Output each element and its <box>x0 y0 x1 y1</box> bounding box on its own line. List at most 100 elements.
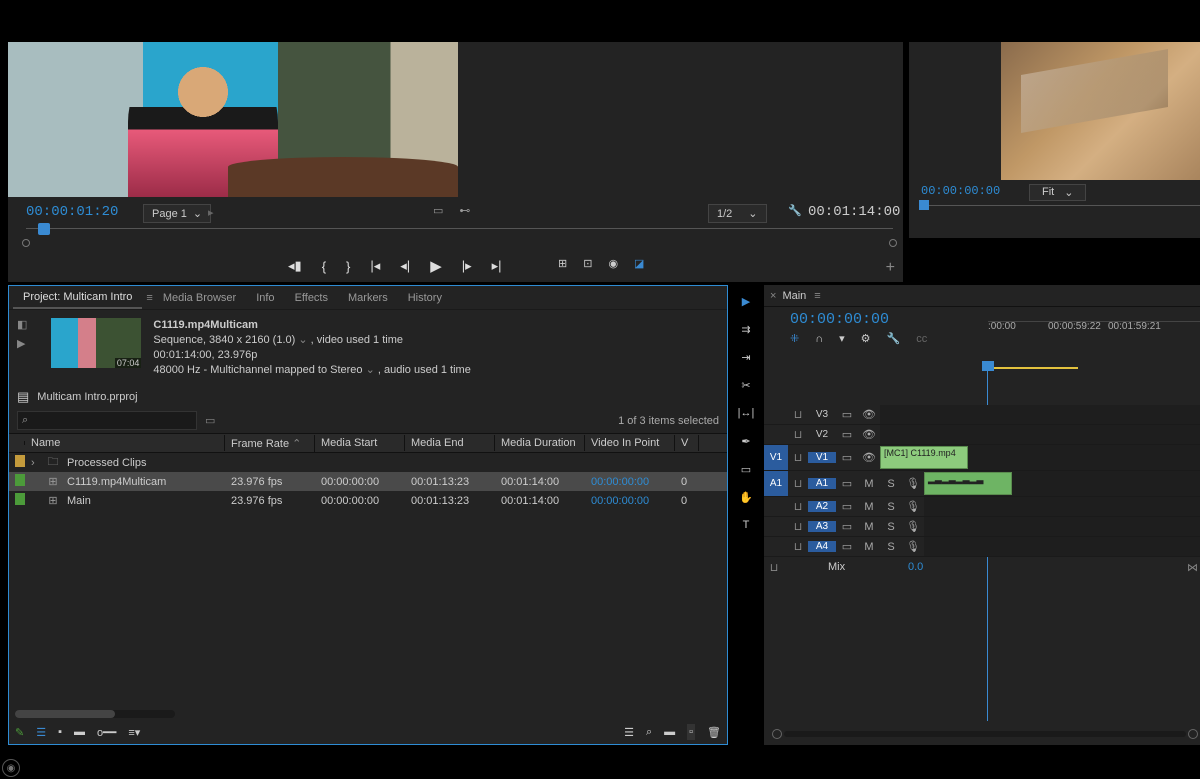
col-video-out[interactable]: V <box>675 435 699 451</box>
video-track[interactable]: ⊔V3▭👁 <box>764 405 1200 425</box>
transport-controls: ◂▮ { } |◂ ◂| ▶ |▸ ▸| <box>288 257 502 275</box>
track-select-tool-icon[interactable]: ⇉ <box>737 320 755 338</box>
add-button-icon[interactable]: + <box>886 259 895 277</box>
program-video-preview[interactable] <box>1001 42 1200 180</box>
insert-marker-icon[interactable]: ⊷ <box>459 204 470 217</box>
program-time-ruler[interactable] <box>919 205 1200 217</box>
timeline-ruler[interactable]: :00:0000:00:59:2200:01:59:21 <box>988 319 1200 379</box>
column-headers: Name Frame Rate Media Start Media End Me… <box>9 433 727 453</box>
page-next-icon[interactable]: ▸ <box>208 206 214 219</box>
sort-icon[interactable]: ≡▾ <box>128 726 140 739</box>
go-out-icon[interactable]: ▸| <box>492 258 502 274</box>
settings-wrench-icon[interactable]: 🔧 <box>788 204 802 217</box>
pencil-icon[interactable]: ✎ <box>15 726 24 739</box>
insert-icon[interactable]: ⊞ <box>558 257 567 270</box>
tab-markers[interactable]: Markers <box>338 288 398 308</box>
clip-thumbnail[interactable]: 07:04 <box>51 318 141 368</box>
razor-tool-icon[interactable]: ✂ <box>737 376 755 394</box>
audio-track[interactable]: ⊔A4▭MS🎙 <box>764 537 1200 557</box>
sequence-menu-icon[interactable]: ≡ <box>814 290 820 302</box>
linked-selection-icon[interactable]: ∩ <box>815 333 823 345</box>
project-row[interactable]: ›🗀Processed Clips <box>9 453 727 472</box>
export-frame-icon[interactable]: ◉ <box>608 257 618 270</box>
play-preview-icon[interactable]: ▶ <box>17 337 27 350</box>
pen-tool-icon[interactable]: ✒ <box>737 432 755 450</box>
snap-icon[interactable]: ⁜ <box>790 332 799 345</box>
timeline-scrollbar[interactable] <box>772 729 1198 739</box>
overwrite-icon[interactable]: ⊡ <box>583 257 592 270</box>
project-file-icon: ▤ <box>17 389 29 405</box>
creative-cloud-icon[interactable]: ◉ <box>2 759 20 777</box>
horizontal-scrollbar[interactable] <box>15 710 175 718</box>
add-marker-icon[interactable]: ▾ <box>839 332 845 345</box>
clip-metadata: C1119.mp4Multicam Sequence, 3840 x 2160 … <box>153 318 470 378</box>
icon-view-icon[interactable]: ▪ <box>58 726 62 738</box>
col-video-in[interactable]: Video In Point <box>585 435 675 451</box>
video-track[interactable]: V1⊔V1▭👁[MC1] C1119.mp4 <box>764 445 1200 471</box>
tab-effects[interactable]: Effects <box>285 288 338 308</box>
step-forward-icon[interactable]: |▸ <box>462 258 472 274</box>
selection-tool-icon[interactable]: ▶ <box>737 292 755 310</box>
audio-track[interactable]: A1⊔A1▭MS🎙▂▃▂▃▂▃▂▃ <box>764 471 1200 497</box>
close-sequence-icon[interactable]: × <box>770 290 776 302</box>
tab-history[interactable]: History <box>398 288 452 308</box>
page-selector[interactable]: Page 1 <box>143 204 211 223</box>
automate-to-seq-icon[interactable]: ☰ <box>624 726 634 739</box>
go-in-icon[interactable]: |◂ <box>370 258 380 274</box>
col-name[interactable]: Name <box>25 435 225 451</box>
project-panel: Project: Multicam Intro ≡ Media Browser … <box>8 285 728 745</box>
col-media-end[interactable]: Media End <box>405 435 495 451</box>
freeform-view-icon[interactable]: ▬ <box>74 726 85 738</box>
captions-icon[interactable]: cc <box>916 333 927 345</box>
source-timecode[interactable]: 00:00:01:20 <box>26 204 118 220</box>
col-frame-rate[interactable]: Frame Rate <box>225 435 315 452</box>
mark-in-icon[interactable]: ◂▮ <box>288 258 302 274</box>
source-video-preview[interactable] <box>8 42 458 197</box>
ripple-edit-tool-icon[interactable]: ⇥ <box>737 348 755 366</box>
tab-project[interactable]: Project: Multicam Intro <box>13 287 142 309</box>
timeline-wrench-icon[interactable]: 🔧 <box>887 332 901 345</box>
zoom-fit-selector[interactable]: Fit <box>1029 184 1086 201</box>
resolution-selector[interactable]: 1/2 <box>708 204 767 223</box>
trash-icon[interactable]: 🗑 <box>707 726 721 739</box>
set-out-icon[interactable]: } <box>346 259 350 274</box>
video-track[interactable]: ⊔V2▭👁 <box>764 425 1200 445</box>
zoom-slider-icon[interactable]: o━━ <box>97 726 116 739</box>
type-tool-icon[interactable]: T <box>737 516 755 534</box>
find-icon[interactable]: ⌕ <box>646 726 652 739</box>
source-playhead[interactable] <box>38 223 50 235</box>
new-item-icon[interactable]: ▫ <box>687 724 695 740</box>
new-bin-icon[interactable]: ▭ <box>205 414 215 427</box>
slip-tool-icon[interactable]: |↔| <box>737 404 755 422</box>
step-back-icon[interactable]: ◂| <box>400 258 410 274</box>
project-row[interactable]: ⊞Main23.976 fps00:00:00:0000:01:13:2300:… <box>9 491 727 510</box>
program-timecode[interactable]: 00:00:00:00 <box>921 184 1000 198</box>
project-tabs: Project: Multicam Intro ≡ Media Browser … <box>9 286 727 310</box>
program-monitor-panel: 00:00:00:00 Fit <box>909 42 1200 238</box>
col-media-duration[interactable]: Media Duration <box>495 435 585 451</box>
timeline-settings-icon[interactable]: ⚙ <box>861 332 871 345</box>
play-icon[interactable]: ▶ <box>430 257 442 275</box>
source-duration: 00:01:14:00 <box>808 204 900 220</box>
sequence-tab[interactable]: Main <box>782 290 806 302</box>
list-view-icon[interactable]: ☰ <box>36 726 46 739</box>
audio-track[interactable]: ⊔A3▭MS🎙 <box>764 517 1200 537</box>
safe-margins-icon[interactable]: ▭ <box>433 204 443 217</box>
work-area-bar[interactable] <box>988 367 1078 369</box>
project-row[interactable]: ⊞C1119.mp4Multicam23.976 fps00:00:00:000… <box>9 472 727 491</box>
hand-tool-icon[interactable]: ✋ <box>737 488 755 506</box>
set-in-icon[interactable]: { <box>322 259 326 274</box>
col-media-start[interactable]: Media Start <box>315 435 405 451</box>
audio-track[interactable]: ⊔A2▭MS🎙 <box>764 497 1200 517</box>
new-bin-bottom-icon[interactable]: ▬ <box>664 726 675 738</box>
tab-info[interactable]: Info <box>246 288 284 308</box>
poster-frame-icon[interactable]: ◧ <box>17 318 27 331</box>
tab-media-browser[interactable]: Media Browser <box>153 288 246 308</box>
breadcrumb[interactable]: ▤ Multicam Intro.prproj <box>9 386 727 408</box>
program-playhead[interactable] <box>919 200 929 210</box>
mix-track[interactable]: ⊔Mix0.0⋈ <box>764 557 1200 577</box>
source-time-ruler[interactable] <box>26 228 893 244</box>
search-input[interactable] <box>17 411 197 430</box>
comparison-view-icon[interactable]: ◪ <box>634 257 644 270</box>
rectangle-tool-icon[interactable]: ▭ <box>737 460 755 478</box>
